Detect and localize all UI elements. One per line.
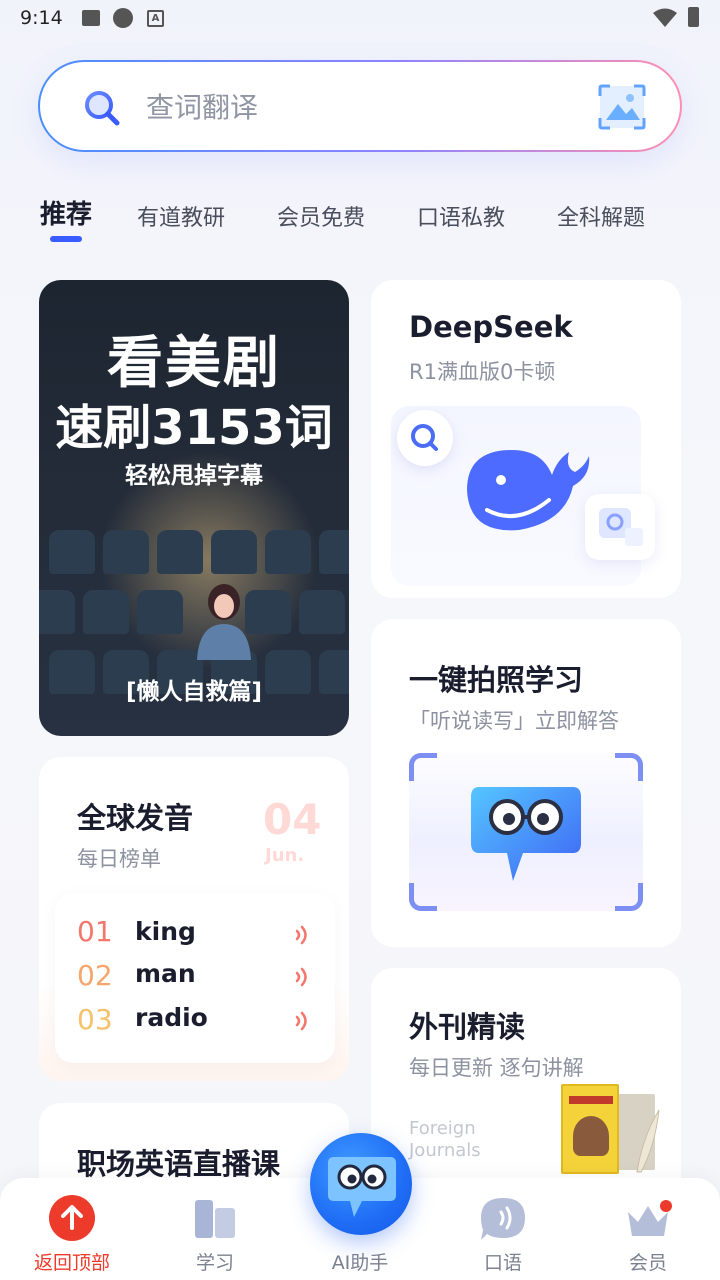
word: radio	[135, 1003, 208, 1032]
status-bar: 9:14 A	[0, 0, 720, 40]
deepseek-scan-icon	[585, 494, 655, 560]
rank-number: 02	[77, 959, 113, 992]
nav-back-to-top[interactable]: 返回顶部	[12, 1178, 132, 1280]
word: king	[135, 917, 196, 946]
search-input[interactable]	[146, 84, 566, 130]
nav-speaking[interactable]: 口语	[443, 1178, 563, 1280]
nav-label: 口语	[483, 1252, 522, 1274]
speaker-icon[interactable]	[293, 923, 311, 947]
book-icon	[195, 1200, 235, 1238]
tab-speaking-tutor[interactable]: 口语私教	[417, 200, 505, 232]
battery-icon	[688, 7, 699, 27]
tv-vocab-banner[interactable]: 看美剧 速刷3153词 轻松甩掉字幕 [懒人自救篇]	[39, 280, 349, 736]
photo-learning-subtitle: 「听说读写」立即解答	[409, 709, 619, 733]
nav-label: 返回顶部	[33, 1252, 110, 1274]
search-icon	[85, 91, 120, 126]
journals-en-line1: Foreign	[409, 1118, 476, 1139]
crown-icon	[628, 1200, 672, 1236]
speaker-icon[interactable]	[293, 965, 311, 989]
scan-frame	[409, 753, 643, 911]
speaker-icon[interactable]	[293, 1009, 311, 1033]
search-bar[interactable]	[38, 60, 682, 152]
tab-all-subjects[interactable]: 全科解题	[557, 200, 645, 232]
arrow-up-icon	[49, 1195, 95, 1241]
deepseek-search-icon	[397, 410, 453, 466]
deepseek-title: DeepSeek	[409, 310, 573, 344]
pronunciation-title: 全球发音	[77, 801, 194, 835]
status-time: 9:14	[20, 7, 63, 29]
banner-footer: [懒人自救篇]	[125, 679, 263, 705]
deepseek-card[interactable]: DeepSeek R1满血版0卡顿	[371, 280, 681, 598]
global-pronunciation-card[interactable]: 全球发音 每日榜单 04 Jun. 01 king 02 man 03 radi…	[39, 757, 349, 1081]
journals-title: 外刊精读	[409, 1010, 526, 1044]
career-course-title: 职场英语直播课	[77, 1147, 281, 1181]
pronunciation-subtitle: 每日榜单	[77, 847, 161, 871]
photo-learning-title: 一键拍照学习	[409, 663, 584, 697]
tab-member-free[interactable]: 会员免费	[277, 200, 365, 232]
deepseek-whale-icon	[467, 450, 590, 531]
ai-assistant-button[interactable]	[310, 1133, 412, 1235]
gallery-notification-icon	[82, 10, 100, 26]
banner-headline: 速刷3153词	[55, 400, 333, 456]
word: man	[135, 959, 196, 988]
mascot-icon	[471, 787, 581, 881]
tab-recommend[interactable]: 推荐	[40, 194, 92, 231]
image-search-icon[interactable]	[596, 80, 648, 134]
journals-english-label: Foreign Journals	[409, 1118, 481, 1162]
nav-label: 会员	[628, 1252, 667, 1274]
tab-youdao-research[interactable]: 有道教研	[137, 200, 225, 232]
ai-mascot-icon	[328, 1157, 396, 1217]
a-notification-icon: A	[147, 10, 164, 27]
journals-subtitle: 每日更新 逐句讲解	[409, 1056, 584, 1080]
banner-tagline: 轻松甩掉字幕	[125, 463, 263, 489]
circle-notification-icon	[113, 8, 133, 28]
wifi-icon	[653, 8, 677, 27]
journals-en-line2: Journals	[409, 1140, 481, 1161]
active-tab-indicator	[50, 236, 82, 242]
rank-number: 01	[77, 915, 113, 948]
nav-study[interactable]: 学习	[155, 1178, 275, 1280]
date-month: Jun.	[265, 845, 305, 866]
rank-number: 03	[77, 1003, 113, 1036]
girl-illustration	[197, 584, 251, 660]
date-day: 04	[263, 795, 322, 844]
nav-label: 学习	[195, 1252, 234, 1274]
pronunciation-list: 01 king 02 man 03 radio	[55, 893, 335, 1063]
deepseek-subtitle: R1满血版0卡顿	[409, 360, 556, 384]
nav-label: AI助手	[331, 1252, 389, 1274]
photo-learning-card[interactable]: 一键拍照学习 「听说读写」立即解答	[371, 619, 681, 947]
category-tabs: 推荐 有道教研 会员免费 口语私教 全科解题	[40, 194, 720, 246]
speech-bubble-icon	[481, 1198, 525, 1240]
nav-membership[interactable]: 会员	[588, 1178, 708, 1280]
banner-title: 看美剧	[107, 331, 281, 396]
